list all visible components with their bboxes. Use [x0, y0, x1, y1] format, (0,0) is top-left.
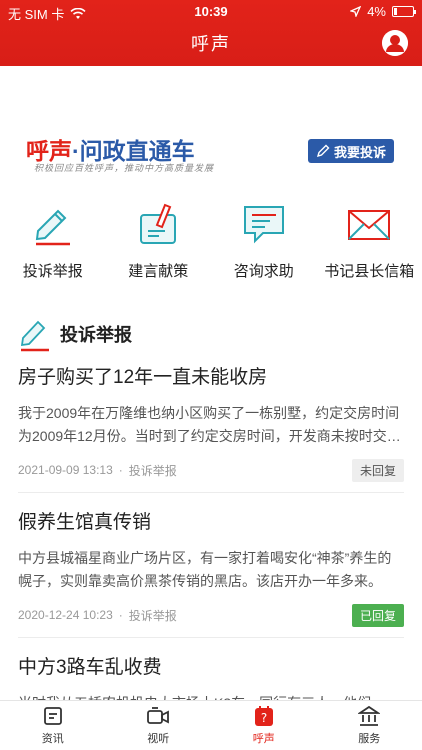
pencil-icon: [316, 144, 330, 158]
pen-icon: [35, 209, 70, 246]
complaint-list: 房子购买了12年一直未能收房 我于2009年在万隆维也纳小区购买了一栋别墅，约定…: [0, 360, 422, 716]
tab-label: 服务: [358, 733, 381, 745]
pen-icon: [20, 320, 49, 352]
item-category: 投诉举报: [128, 608, 177, 623]
category-label: 投诉举报: [22, 263, 83, 280]
status-right: 4%: [350, 4, 416, 19]
category-grid: 投诉举报 建言献策 咨询求助 书记县长信箱: [0, 200, 422, 286]
category-label: 咨询求助: [233, 263, 294, 280]
tab-voice[interactable]: ? 呼声: [211, 701, 317, 750]
category-label: 书记县长信箱: [324, 263, 415, 280]
news-icon: [43, 707, 62, 725]
note-icon: [140, 203, 177, 244]
section-title: 投诉举报: [60, 325, 132, 345]
meta-separator: ·: [118, 463, 123, 477]
divider: [18, 492, 404, 493]
banner[interactable]: 呼声·问政直通车 积极回应百姓呼声，推动中方高质量发展 我要投诉: [0, 128, 422, 180]
chat-icon: [243, 206, 284, 244]
item-date: 2021-09-09 13:13: [18, 463, 113, 477]
complain-button[interactable]: 我要投诉: [308, 139, 394, 163]
tab-label: 呼声: [252, 733, 275, 745]
complain-button-label: 我要投诉: [333, 144, 386, 160]
tab-label: 资讯: [41, 733, 64, 745]
video-icon: [147, 707, 170, 724]
item-description: 我于2009年在万隆维也纳小区购买了一栋别墅，约定交房时间为2009年12月份。…: [18, 405, 400, 444]
avatar[interactable]: [382, 30, 408, 56]
banner-slogan: 积极回应百姓呼声，推动中方高质量发展: [34, 163, 215, 173]
tab-news[interactable]: 资讯: [0, 701, 106, 750]
item-description: 中方县城福星商业广场片区，有一家打着喝安化“神茶”养生的幌子，实则靠卖高价黑茶传…: [18, 550, 392, 589]
page-title: 呼声: [191, 34, 231, 54]
category-consult[interactable]: 咨询求助: [211, 200, 317, 286]
question-icon: ?: [254, 706, 273, 726]
item-title: 假养生馆真传销: [18, 512, 152, 533]
item-meta: 2021-09-09 13:13 · 投诉举报 未回复: [18, 450, 404, 490]
battery-percent: 4%: [367, 4, 386, 19]
list-item[interactable]: 假养生馆真传销 中方县城福星商业广场片区，有一家打着喝安化“神茶”养生的幌子，实…: [0, 505, 422, 635]
item-category: 投诉举报: [128, 463, 177, 478]
item-title: 房子购买了12年一直未能收房: [18, 367, 268, 388]
location-arrow-icon: [350, 6, 362, 17]
tab-video[interactable]: 视听: [106, 701, 212, 750]
user-icon: [382, 30, 408, 56]
category-label: 建言献策: [128, 263, 189, 280]
status-bar: 无 SIM 卡 10:39 4%: [0, 0, 422, 22]
tab-label: 视听: [147, 733, 170, 745]
item-title: 中方3路车乱收费: [18, 657, 162, 678]
svg-text:?: ?: [261, 711, 267, 725]
section-header: 投诉举报: [18, 316, 132, 352]
bottom-tab-bar: 资讯 视听 ? 呼声 服务: [0, 700, 422, 750]
mail-icon: [348, 210, 391, 240]
bank-icon: [358, 705, 381, 726]
tab-service[interactable]: 服务: [317, 701, 422, 750]
item-date: 2020-12-24 10:23: [18, 608, 113, 622]
category-complaint[interactable]: 投诉举报: [0, 200, 106, 286]
meta-separator: ·: [118, 608, 123, 622]
divider: [18, 637, 404, 638]
category-mailbox[interactable]: 书记县长信箱: [317, 200, 422, 286]
status-badge: 已回复: [351, 603, 404, 627]
battery-icon: [392, 6, 416, 17]
list-item[interactable]: 房子购买了12年一直未能收房 我于2009年在万隆维也纳小区购买了一栋别墅，约定…: [0, 360, 422, 490]
top-bar: 无 SIM 卡 10:39 4% 呼声: [0, 0, 422, 66]
status-badge: 未回复: [351, 458, 404, 482]
category-suggestion[interactable]: 建言献策: [106, 200, 212, 286]
item-meta: 2020-12-24 10:23 · 投诉举报 已回复: [18, 595, 404, 635]
